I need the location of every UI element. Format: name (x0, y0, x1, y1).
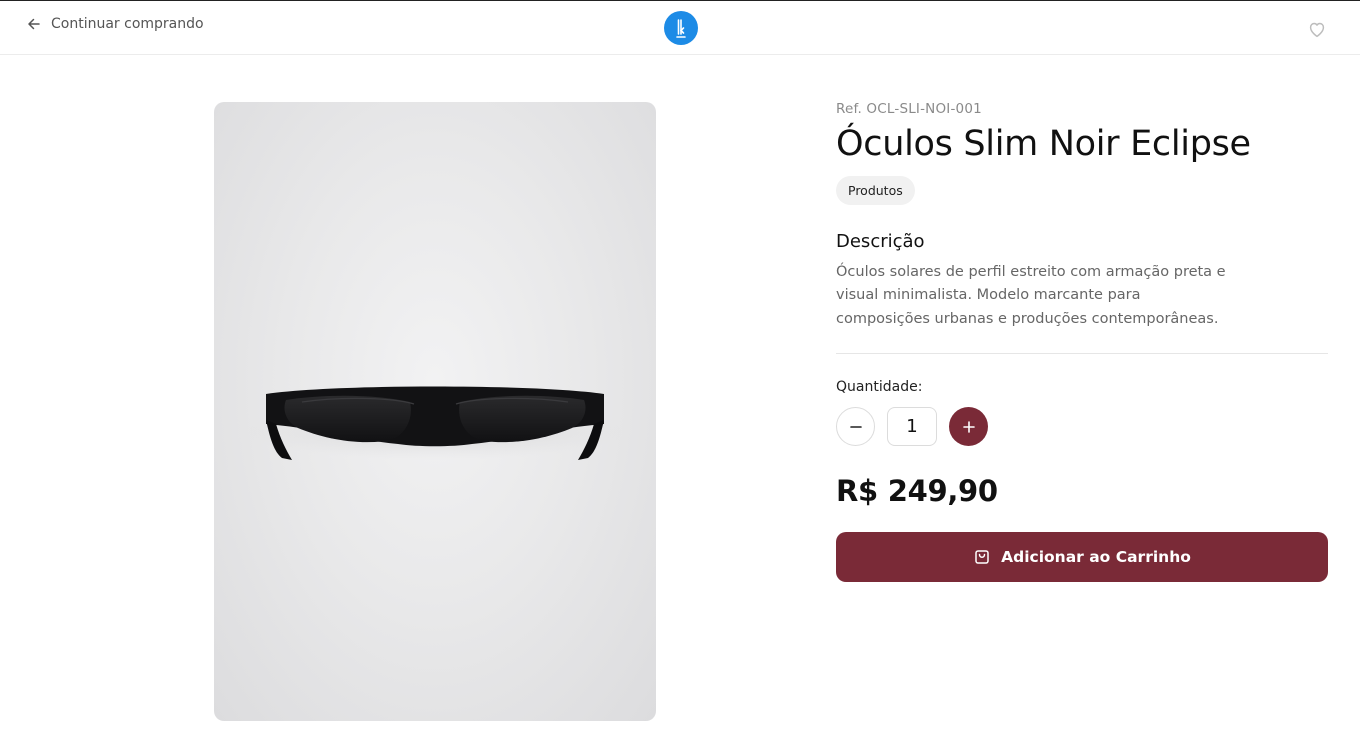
product-ref: Ref. OCL-SLI-NOI-001 (836, 101, 982, 117)
product-price: R$ 249,90 (836, 474, 998, 508)
product-image (214, 102, 656, 721)
shopping-bag-icon (975, 550, 989, 564)
description-title: Descrição (836, 230, 925, 252)
heart-icon[interactable] (1306, 18, 1328, 40)
add-to-cart-label: Adicionar ao Carrinho (1001, 548, 1191, 566)
sunglasses-image (245, 386, 625, 460)
product-details: Ref. OCL-SLI-NOI-001 Óculos Slim Noir Ec… (836, 101, 1328, 582)
quantity-label: Quantidade: (836, 379, 923, 395)
product-title: Óculos Slim Noir Eclipse (836, 124, 1251, 164)
quantity-stepper: 1 (836, 407, 1328, 446)
brand-logo-icon[interactable] (664, 11, 698, 45)
minus-icon (849, 425, 862, 428)
increase-quantity-button[interactable] (949, 407, 988, 446)
decrease-quantity-button[interactable] (836, 407, 875, 446)
plus-icon (962, 420, 975, 433)
product-description: Óculos solares de perfil estreito com ar… (836, 263, 1226, 327)
top-bar: Continuar comprando (0, 1, 1360, 55)
continue-shopping-link[interactable]: Continuar comprando (26, 16, 204, 32)
category-badge[interactable]: Produtos (836, 175, 915, 205)
divider (836, 353, 1328, 354)
arrow-left-icon (28, 18, 40, 30)
quantity-input[interactable]: 1 (887, 407, 937, 446)
add-to-cart-button[interactable]: Adicionar ao Carrinho (836, 532, 1328, 582)
continue-shopping-label: Continuar comprando (51, 16, 204, 32)
